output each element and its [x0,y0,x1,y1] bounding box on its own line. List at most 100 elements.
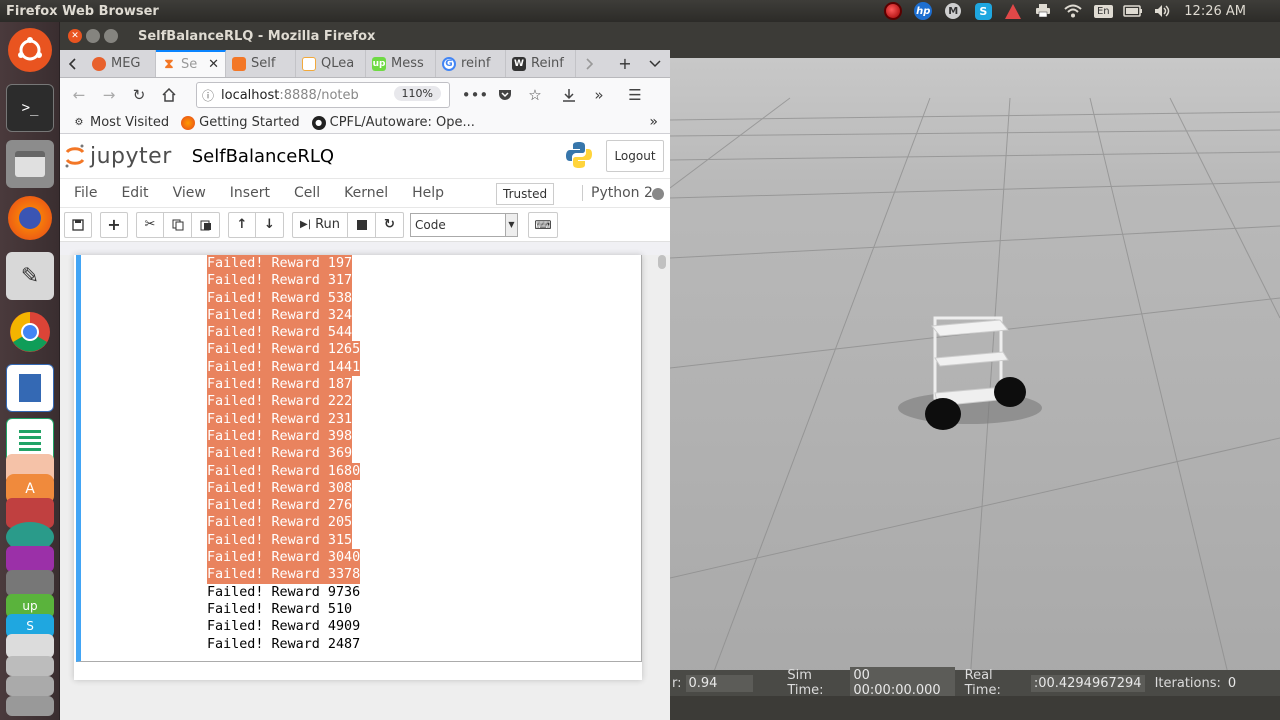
menu-edit[interactable]: Edit [121,185,148,201]
menu-view[interactable]: View [173,185,206,201]
battery-icon[interactable] [1118,0,1148,22]
trash-icon[interactable] [6,696,54,716]
output-line: Failed! Reward 9736 [207,584,361,600]
app2-icon[interactable] [6,546,54,572]
zoom-indicator[interactable]: 110% [393,86,441,101]
tab-scroll-left-button[interactable] [60,50,86,77]
tab-mess[interactable]: up Mess [366,50,436,77]
jupyter-wordmark: jupyter [90,143,172,169]
tab-selfbalancerlq[interactable]: ⧗ Se ✕ [156,50,226,77]
keyboard-icon[interactable]: En [1088,0,1118,22]
home-button[interactable] [154,81,184,109]
toolbar-overflow-button[interactable]: » [584,81,614,109]
download-icon [563,89,575,102]
gear-icon: ⚙ [74,117,84,128]
notebook-area[interactable]: Failed! Reward 197 Failed! Reward 317 Fail… [60,255,670,720]
minimize-window-button[interactable] [86,29,100,43]
bookmarks-overflow-button[interactable]: » [649,114,658,130]
text-editor-icon[interactable]: ✎ [6,252,54,300]
restart-kernel-button[interactable]: ↻ [376,211,404,238]
maximize-window-button[interactable] [104,29,118,43]
clock[interactable]: 12:26 AM [1178,4,1280,19]
terminal-icon[interactable]: >_ [6,84,54,132]
printer-icon[interactable] [1028,0,1058,22]
trusted-indicator[interactable]: Trusted [496,183,555,205]
bookmark-autoware[interactable]: ● CPFL/Autoware: Ope... [311,115,475,130]
tab-reinf-google[interactable]: Greinf [436,50,506,77]
page-actions-button[interactable]: ••• [460,81,490,109]
bookmark-star-button[interactable]: ☆ [520,81,550,109]
tab-reinf-wiki[interactable]: W Reinf [506,50,576,77]
warning-icon[interactable] [998,0,1028,22]
menu-kernel[interactable]: Kernel [344,185,388,201]
m-icon[interactable]: M [938,0,968,22]
logout-button[interactable]: Logout [606,140,664,172]
jupyter-logo[interactable]: jupyter [64,143,172,169]
paste-button[interactable] [192,211,220,238]
writer-icon[interactable] [6,364,54,412]
move-up-button[interactable]: ↑ [228,211,256,238]
tab-scroll-right-button[interactable] [576,50,602,77]
tab-favicon [302,56,316,71]
chrome-icon[interactable] [6,308,54,356]
downloads-button[interactable] [554,81,584,109]
cell-output-text: Failed! Reward 197 Failed! Reward 317 Fail… [207,255,361,653]
app5-icon[interactable] [6,656,54,676]
volume-icon[interactable] [1148,0,1178,22]
output-line: Failed! Reward 315 [207,531,353,550]
tab-qlea[interactable]: QLea [296,50,366,77]
pocket-button[interactable] [490,81,520,109]
scrollbar-thumb[interactable] [658,255,666,269]
step-forward-icon: ▶| [300,219,312,230]
tab-meg[interactable]: MEG [86,50,156,77]
menu-cell[interactable]: Cell [294,185,320,201]
hp-icon[interactable]: hp [908,0,938,22]
cell-type-select[interactable]: Code ▼ [410,212,518,237]
forward-button[interactable]: → [94,81,124,109]
info-icon[interactable]: ⓘ [197,87,219,104]
app3-icon[interactable] [6,570,54,596]
app4-icon[interactable] [6,634,54,658]
output-line: Failed! Reward 317 [207,272,353,290]
app6-icon[interactable] [6,676,54,696]
output-line: Failed! Reward 4909 [207,619,361,635]
insert-cell-button[interactable]: + [100,211,128,238]
copy-button[interactable] [164,211,192,238]
command-palette-button[interactable]: ⌨ [528,211,558,238]
output-line: Failed! Reward 2487 [207,636,361,652]
firefox-icon[interactable] [8,196,52,240]
tab-self[interactable]: Self [226,50,296,77]
new-tab-button[interactable]: + [610,50,640,77]
gazebo-3d-view[interactable] [670,58,1280,682]
code-cell-output[interactable]: Failed! Reward 197 Failed! Reward 317 Fail… [76,255,642,662]
chevron-down-icon: ▼ [505,213,517,236]
move-down-button[interactable]: ↓ [256,211,284,238]
save-button[interactable] [64,211,92,238]
close-tab-button[interactable]: ✕ [208,57,219,72]
output-line: Failed! Reward 197 [207,255,353,273]
back-button[interactable]: ← [64,81,94,109]
notebook-scrollbar[interactable] [658,255,666,720]
wifi-icon[interactable] [1058,0,1088,22]
menu-help[interactable]: Help [412,185,444,201]
bookmark-most-visited[interactable]: ⚙ Most Visited [72,115,170,130]
interrupt-kernel-button[interactable] [348,211,376,238]
bookmark-getting-started[interactable]: Getting Started [181,115,300,130]
files-icon[interactable] [6,140,54,188]
run-label: Run [315,217,340,232]
close-window-button[interactable]: ✕ [68,29,82,43]
tab-list-button[interactable] [640,50,670,77]
cut-button[interactable]: ✂ [136,211,164,238]
menu-insert[interactable]: Insert [230,185,270,201]
menu-file[interactable]: File [74,185,97,201]
upwork-icon: up [372,56,386,71]
skype-icon[interactable]: S [968,0,998,22]
menu-button[interactable]: ☰ [620,81,650,109]
record-icon[interactable] [878,0,908,22]
reload-button[interactable]: ↻ [124,81,154,109]
system-tray: hp M S En 12:26 AM [878,0,1280,22]
run-button[interactable]: ▶| Run [292,211,348,238]
ubuntu-dash-icon[interactable] [8,28,52,72]
url-bar[interactable]: ⓘ localhost:8888/noteb 110% [196,82,450,108]
notebook-name[interactable]: SelfBalanceRLQ [192,146,334,167]
